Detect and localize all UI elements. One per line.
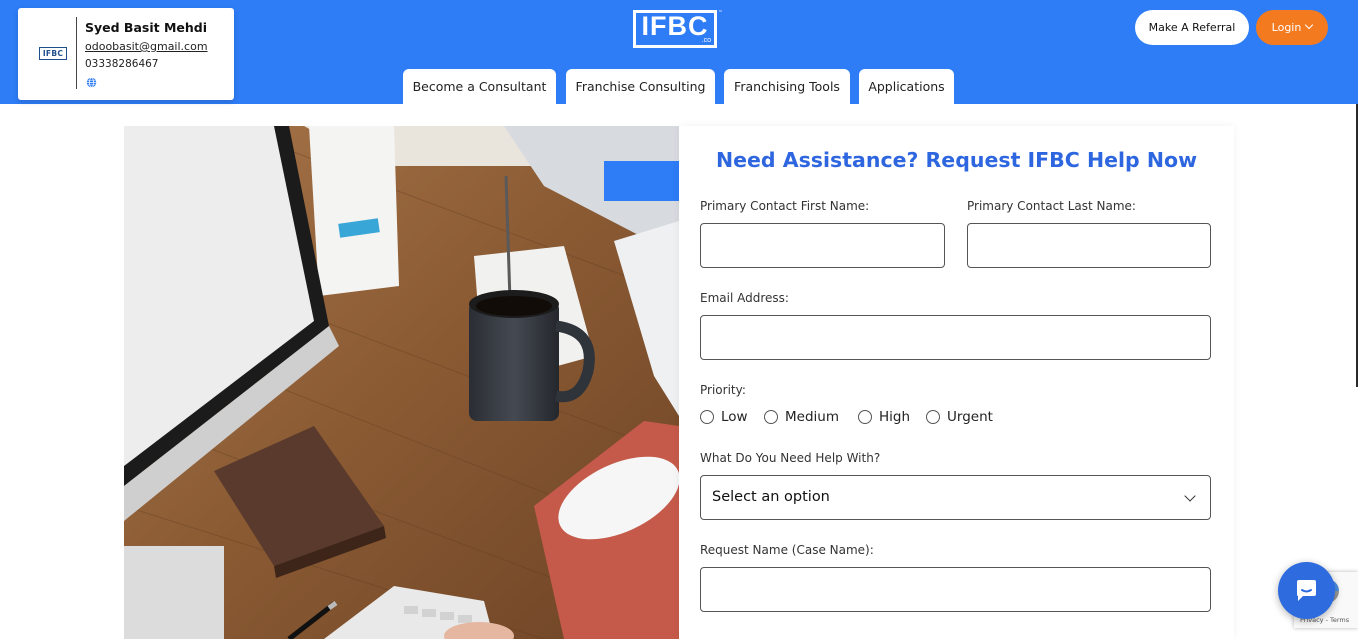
chat-bubble-icon [1297, 580, 1316, 601]
request-name-input[interactable] [700, 567, 1211, 612]
radio-circle-icon [700, 410, 714, 424]
ifbc-logo-sub: .co [701, 37, 711, 44]
photo-illustration [124, 126, 679, 639]
make-referral-button[interactable]: Make A Referral [1135, 10, 1249, 45]
chevron-down-icon [1184, 490, 1196, 502]
tab-franchising-tools[interactable]: Franchising Tools [724, 69, 850, 104]
email-input[interactable] [700, 315, 1211, 360]
profile-phone: 03338286467 [85, 58, 159, 70]
first-name-input[interactable] [700, 223, 945, 268]
request-name-label: Request Name (Case Name): [700, 543, 874, 557]
desk-workspace-photo [124, 126, 679, 639]
priority-urgent-label: Urgent [947, 409, 993, 425]
ifbc-logo-text: IFBC [641, 11, 709, 41]
radio-circle-icon [858, 410, 872, 424]
last-name-label: Primary Contact Last Name: [967, 199, 1136, 213]
help-topic-selected-value: Select an option [712, 489, 830, 505]
ifbc-logo[interactable]: IFBC .co [633, 10, 717, 48]
priority-low-label: Low [721, 409, 748, 425]
last-name-input[interactable] [967, 223, 1211, 268]
login-button[interactable]: Login [1256, 10, 1328, 45]
radio-circle-icon [764, 410, 778, 424]
help-topic-label: What Do You Need Help With? [700, 451, 881, 465]
priority-label: Priority: [700, 383, 746, 397]
priority-high-label: High [879, 409, 911, 425]
help-topic-select[interactable]: Select an option [700, 475, 1211, 520]
tab-become-a-consultant[interactable]: Become a Consultant [403, 69, 556, 104]
email-label: Email Address: [700, 291, 789, 305]
profile-email-link[interactable]: odoobasit@gmail.com [85, 40, 208, 53]
site-header: IFBC Syed Basit Mehdi odoobasit@gmail.co… [0, 0, 1358, 104]
tab-franchise-consulting[interactable]: Franchise Consulting [566, 69, 715, 104]
trademark-mark: ™ [718, 10, 723, 16]
login-label: Login [1271, 21, 1302, 34]
first-name-label: Primary Contact First Name: [700, 199, 870, 213]
profile-name: Syed Basit Mehdi [85, 20, 207, 35]
globe-icon[interactable] [86, 77, 97, 88]
radio-circle-icon [926, 410, 940, 424]
profile-card: IFBC Syed Basit Mehdi odoobasit@gmail.co… [18, 8, 234, 100]
chat-launcher-button[interactable] [1278, 562, 1335, 619]
form-title: Need Assistance? Request IFBC Help Now [715, 148, 1198, 172]
profile-logo: IFBC [39, 47, 67, 60]
tab-applications[interactable]: Applications [859, 69, 954, 104]
chevron-down-icon [1305, 20, 1314, 30]
help-request-form: Need Assistance? Request IFBC Help Now P… [679, 126, 1234, 639]
profile-divider [76, 17, 77, 89]
priority-medium-label: Medium [785, 409, 839, 425]
